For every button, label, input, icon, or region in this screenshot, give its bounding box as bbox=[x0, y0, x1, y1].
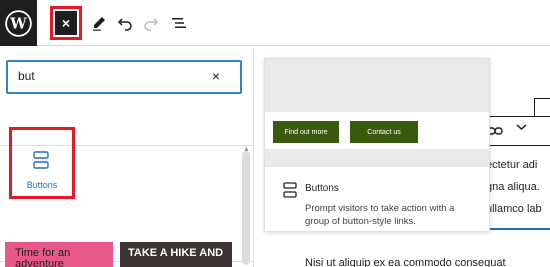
more-options-button[interactable] bbox=[516, 122, 527, 134]
editor-text-line: ectetur adi bbox=[486, 159, 538, 171]
preview-description: Prompt visitors to take action with a gr… bbox=[305, 203, 455, 227]
preview-button-contact-us: Contact us bbox=[350, 121, 418, 143]
undo-button[interactable] bbox=[116, 13, 134, 33]
top-toolbar: W × bbox=[0, 0, 550, 46]
clear-search-button[interactable]: × bbox=[212, 68, 220, 84]
focus-underline bbox=[490, 228, 550, 230]
preview-title: Buttons bbox=[305, 183, 339, 194]
wordpress-logo-icon[interactable]: W bbox=[0, 0, 37, 46]
editor-text-line: ullamco lab bbox=[486, 203, 542, 215]
highlight-box-close bbox=[50, 6, 82, 40]
pattern-preview-adventure[interactable]: Time for an adventure bbox=[5, 242, 113, 267]
preview-info: Buttons Prompt visitors to take action w… bbox=[265, 167, 489, 231]
list-view-icon bbox=[172, 18, 186, 28]
pencil-icon bbox=[93, 17, 105, 31]
pattern-text: Time for an adventure bbox=[15, 247, 71, 267]
pattern-preview-hike[interactable]: TAKE A HIKE AND bbox=[120, 242, 232, 267]
redo-icon bbox=[144, 18, 159, 31]
wordpress-icon: W bbox=[5, 9, 32, 37]
editor-text-line: Nisi ut aliquip ex ea commodo consequat bbox=[305, 257, 506, 267]
chevron-down-icon bbox=[516, 124, 527, 131]
scrollbar-thumb[interactable] bbox=[242, 151, 250, 265]
preview-button-find-out-more: Find out more bbox=[273, 121, 339, 143]
document-overview-button[interactable] bbox=[170, 13, 188, 33]
search-value: but bbox=[18, 69, 35, 83]
close-icon: × bbox=[211, 68, 220, 84]
block-outline bbox=[534, 98, 550, 99]
svg-text:W: W bbox=[9, 15, 27, 32]
block-preview-popover: Find out more Contact us Buttons Prompt … bbox=[264, 58, 490, 232]
undo-icon bbox=[117, 18, 132, 31]
block-outline-edge bbox=[534, 98, 535, 116]
editor-window: W × ectetur adi gna aliqua. ullamco lab … bbox=[0, 0, 550, 267]
edit-tool-button[interactable] bbox=[90, 13, 108, 33]
buttons-block-icon bbox=[283, 182, 297, 198]
redo-button[interactable] bbox=[142, 13, 160, 33]
block-search-input[interactable]: but × bbox=[6, 60, 242, 94]
editor-text-line: gna aliqua. bbox=[486, 181, 540, 193]
highlight-box-buttons bbox=[9, 127, 75, 199]
pattern-text: TAKE A HIKE AND bbox=[128, 247, 224, 259]
